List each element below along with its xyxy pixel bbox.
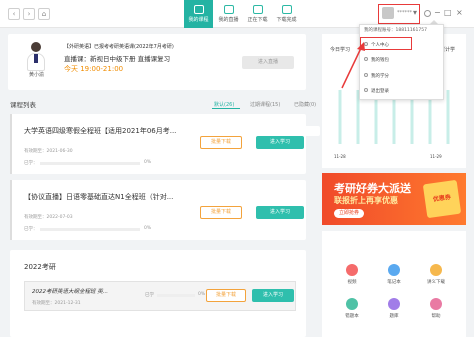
enter-study-button[interactable]: 进入学习	[256, 206, 304, 219]
tab-my-courses[interactable]: 我的课程	[184, 0, 213, 28]
x-label: 11-29	[430, 154, 442, 159]
course-card-progress-label: 已学：	[24, 161, 38, 166]
tool-mistakes[interactable]: 错题本	[338, 298, 366, 319]
banner-headline: 考研好券大派送	[334, 182, 411, 195]
tab-hidden[interactable]: 已隐藏(0)	[294, 101, 316, 108]
mistakes-icon	[346, 298, 358, 310]
progress-bar	[40, 162, 140, 165]
back-icon[interactable]: ‹	[8, 8, 20, 20]
tab-my-live[interactable]: 我的直播	[214, 0, 243, 28]
tool-notebook[interactable]: 笔记本	[380, 264, 408, 285]
course-card-title[interactable]: 大学英语四级寒假全程班【适用2021年06月考...	[24, 126, 320, 136]
course-card-expiry: 有效期至：2021-06-30	[24, 149, 73, 154]
teacher-name: 黄小渝	[29, 72, 45, 78]
course-card-expiry: 有效期至：2022-07-03	[24, 215, 73, 220]
group-title: 2022考研	[24, 263, 56, 271]
live-time: 今天 19:00-21:00	[64, 65, 124, 73]
progress-percent: 0%	[198, 292, 206, 297]
minimize-icon[interactable]: −	[434, 8, 441, 17]
enter-study-button[interactable]: 进入学习	[256, 136, 304, 149]
live-icon	[223, 5, 234, 14]
course-title: 【外研英语】已报考考研英语课(2022年7月考研)	[64, 44, 174, 50]
forward-icon[interactable]: ›	[23, 8, 35, 20]
enter-study-button[interactable]: 进入学习	[252, 289, 294, 302]
tab-default[interactable]: 默认(26)	[214, 101, 234, 108]
tool-question-bank[interactable]: 题库	[380, 298, 408, 319]
tab-downloaded[interactable]: 下载完成	[272, 0, 301, 28]
handout-icon	[430, 264, 442, 276]
batch-download-button[interactable]: 批量下载	[200, 136, 242, 149]
tab-downloading[interactable]: 正在下载	[243, 0, 272, 28]
menu-item-credits[interactable]: 我的学分	[371, 73, 389, 79]
notebook-icon	[388, 264, 400, 276]
batch-download-button[interactable]: 批量下载	[206, 289, 246, 302]
course-card-progress-label: 已学：	[24, 227, 38, 232]
tab-underline	[212, 108, 240, 109]
tool-video[interactable]: 视频	[338, 264, 366, 285]
progress-bar	[157, 294, 195, 297]
coupon-badge: 优惠券	[422, 179, 462, 219]
maximize-icon[interactable]: □	[444, 8, 452, 17]
live-course-name: 直播课：新视日中级下册 直播课复习	[64, 55, 171, 63]
banner-subline: 联报折上再享优惠	[334, 196, 398, 205]
close-icon[interactable]: ×	[456, 8, 463, 17]
tool-help[interactable]: 帮助	[422, 298, 450, 319]
highlight-box	[378, 4, 420, 24]
menu-item-logout[interactable]: 退出登录	[371, 88, 389, 94]
tab-expired[interactable]: 过期课程(15)	[250, 101, 280, 108]
course-list-title: 课程列表	[10, 101, 36, 109]
question-bank-icon	[388, 298, 400, 310]
teacher-avatar	[20, 40, 52, 74]
group-course-title[interactable]: 2022考研英语大纲全程班 英...	[32, 287, 108, 295]
video-icon	[346, 264, 358, 276]
annotation-arrow	[341, 42, 365, 89]
home-icon[interactable]: ⌂	[38, 8, 50, 20]
group-course-expiry: 有效期至：2021-12-31	[32, 301, 81, 306]
grid-icon	[193, 5, 204, 14]
progress-percent: 0%	[144, 226, 152, 231]
batch-download-button[interactable]: 批量下载	[200, 206, 242, 219]
help-icon	[430, 298, 442, 310]
folder-icon	[281, 5, 292, 14]
enter-live-button[interactable]: 进入直播	[242, 56, 294, 69]
account-label: 我的课程账号：18811161757	[364, 28, 427, 33]
progress-percent: 0%	[144, 160, 152, 165]
course-card-title[interactable]: 【协议直播】日语零基础直达N1全程班（针对...	[24, 192, 173, 202]
tool-handout-download[interactable]: 讲义下载	[422, 264, 450, 285]
x-label: 11-28	[334, 154, 346, 159]
menu-item-wallet[interactable]: 我的钱包	[371, 57, 389, 63]
grab-coupon-button[interactable]: 立即抢券	[334, 209, 364, 218]
group-progress-label: 已学	[145, 293, 154, 298]
progress-bar	[40, 228, 140, 231]
settings-icon[interactable]	[424, 10, 431, 17]
download-icon	[252, 5, 263, 14]
